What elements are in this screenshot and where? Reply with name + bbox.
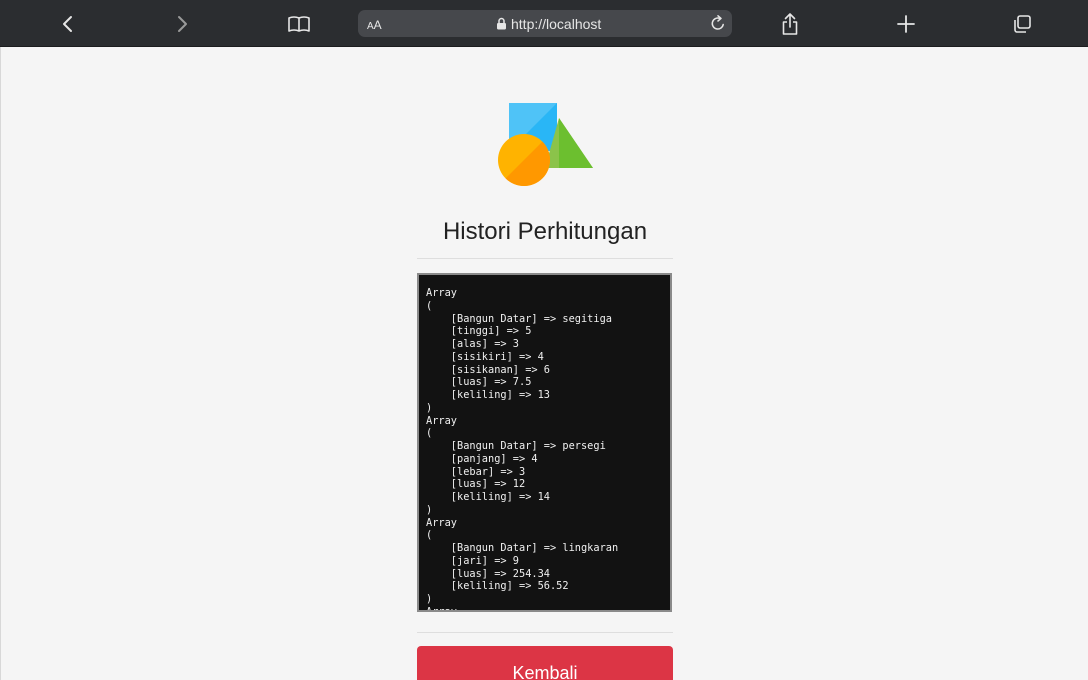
page-edge	[0, 47, 1, 680]
tabs-overview-icon[interactable]	[1006, 8, 1038, 40]
url-text[interactable]: http://localhost	[511, 16, 601, 32]
history-output-text: Array ( [Bangun Datar] => segitiga [ting…	[426, 287, 619, 612]
divider	[417, 632, 673, 633]
divider	[417, 258, 673, 259]
bookmarks-book-icon[interactable]	[283, 8, 315, 40]
back-button[interactable]: Kembali	[417, 646, 673, 680]
forward-chevron-icon[interactable]	[166, 8, 198, 40]
reader-text-size-button[interactable]: AA	[367, 16, 382, 34]
lock-icon	[496, 17, 507, 35]
share-icon[interactable]	[774, 8, 806, 40]
browser-toolbar: AA http://localhost	[0, 0, 1088, 47]
new-tab-plus-icon[interactable]	[890, 8, 922, 40]
address-bar[interactable]: AA http://localhost	[358, 10, 732, 37]
page-title: Histori Perhitungan	[442, 218, 648, 245]
history-output[interactable]: Array ( [Bangun Datar] => segitiga [ting…	[417, 273, 672, 612]
shapes-logo	[496, 100, 596, 190]
reload-icon[interactable]	[710, 15, 726, 37]
back-chevron-icon[interactable]	[52, 8, 84, 40]
